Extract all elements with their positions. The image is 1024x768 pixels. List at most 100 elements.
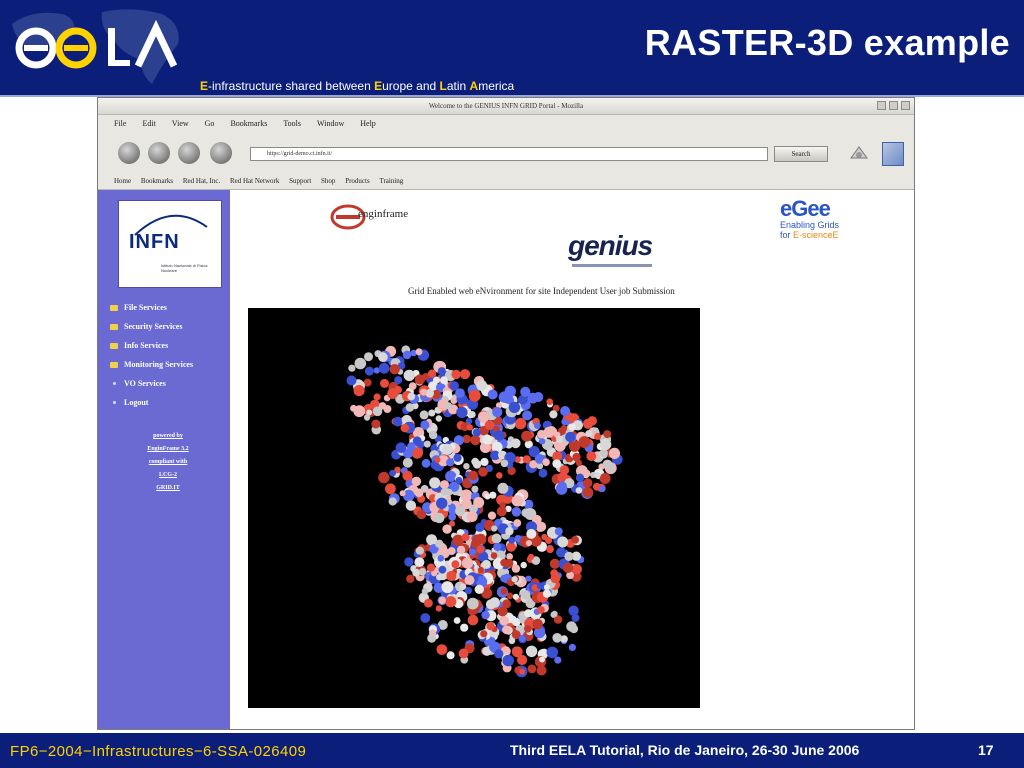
atom-sphere: [551, 610, 558, 617]
event-name: Third EELA Tutorial, Rio de Janeiro, 26-…: [510, 742, 860, 758]
atom-sphere: [575, 459, 583, 467]
menu-tools[interactable]: Tools: [283, 119, 301, 128]
atom-sphere: [429, 477, 441, 489]
bullet-icon: [113, 382, 116, 385]
atom-sphere: [490, 552, 498, 559]
atom-sphere: [525, 540, 532, 547]
reload-icon[interactable]: [178, 142, 200, 164]
url-input[interactable]: https://grid-demo.ct.infn.it/: [250, 147, 768, 161]
window-controls: [877, 101, 910, 110]
genius-logo: genius: [568, 230, 653, 261]
atom-sphere: [388, 497, 397, 506]
atom-sphere: [400, 423, 410, 433]
genius-caption: Grid Enabled web eNvironment for site In…: [408, 286, 675, 296]
folder-icon: [110, 304, 118, 311]
powered-line[interactable]: EnginFrame 3.2: [118, 443, 218, 456]
bookmark-training[interactable]: Training: [379, 177, 403, 185]
menu-item-file-services[interactable]: File Services: [110, 298, 193, 317]
atom-sphere: [424, 598, 433, 608]
menu-item-monitoring-services[interactable]: Monitoring Services: [110, 355, 193, 374]
menu-bookmarks[interactable]: Bookmarks: [230, 119, 267, 128]
menu-item-logout[interactable]: Logout: [110, 393, 193, 412]
atom-sphere: [392, 416, 403, 427]
atom-sphere: [497, 482, 509, 494]
egee-tagline-2: for E-scienceE: [780, 230, 839, 240]
atom-sphere: [455, 506, 466, 517]
atom-sphere: [440, 376, 448, 385]
slide-title: RASTER-3D example: [644, 22, 1010, 63]
atom-sphere: [446, 458, 455, 467]
bookmark-shop[interactable]: Shop: [321, 177, 335, 185]
atom-sphere: [428, 409, 436, 417]
maximize-icon[interactable]: [889, 101, 898, 110]
forward-icon[interactable]: [148, 142, 170, 164]
eela-logo: [15, 19, 178, 69]
atom-sphere: [407, 392, 416, 401]
atom-sphere: [532, 618, 543, 630]
menu-file[interactable]: File: [114, 119, 126, 128]
atom-sphere: [578, 436, 591, 448]
atom-sphere: [575, 473, 585, 482]
atom-sphere: [603, 430, 612, 439]
menu-item-vo-services[interactable]: VO Services: [110, 374, 193, 393]
atom-sphere: [348, 364, 356, 372]
powered-line[interactable]: LCG-2: [118, 469, 218, 482]
atom-sphere: [506, 553, 513, 560]
atom-sphere: [492, 407, 503, 418]
atom-sphere: [599, 438, 612, 451]
menu-window[interactable]: Window: [317, 119, 344, 128]
atom-sphere: [372, 406, 383, 417]
powered-line[interactable]: GRID.IT: [118, 482, 218, 495]
bookmark-redhat[interactable]: Red Hat, Inc.: [183, 177, 220, 185]
atom-sphere: [463, 463, 470, 470]
menu-item-security-services[interactable]: Security Services: [110, 317, 193, 336]
atom-sphere: [565, 455, 572, 462]
portal-sidebar: INFN Istituto Nazionale di Fisica Nuclea…: [98, 190, 230, 729]
atom-sphere: [406, 574, 415, 583]
menu-edit[interactable]: Edit: [142, 119, 155, 128]
print-icon[interactable]: [848, 144, 870, 162]
menu-go[interactable]: Go: [205, 119, 215, 128]
atom-sphere: [487, 389, 498, 400]
protein-molecule-render: [346, 345, 623, 678]
atom-sphere: [536, 582, 544, 590]
close-icon[interactable]: [901, 101, 910, 110]
atom-sphere: [451, 369, 461, 380]
powered-line[interactable]: compliant with: [118, 456, 218, 469]
bookmark-bookmarks[interactable]: Bookmarks: [141, 177, 173, 185]
powered-line[interactable]: powered by: [118, 430, 218, 443]
atom-sphere: [466, 424, 473, 431]
egee-wordmark: eGee: [780, 196, 831, 221]
bookmark-rhn[interactable]: Red Hat Network: [230, 177, 279, 185]
atom-sphere: [373, 393, 381, 401]
atom-sphere: [385, 483, 396, 495]
atom-sphere: [426, 563, 436, 572]
menu-view[interactable]: View: [172, 119, 189, 128]
search-button[interactable]: Search: [774, 146, 828, 162]
bookmark-products[interactable]: Products: [345, 177, 370, 185]
bookmark-support[interactable]: Support: [289, 177, 311, 185]
stop-icon[interactable]: [210, 142, 232, 164]
menu-item-info-services[interactable]: Info Services: [110, 336, 193, 355]
atom-sphere: [599, 485, 606, 493]
atom-sphere: [468, 389, 481, 402]
atom-sphere: [414, 488, 424, 498]
atom-sphere: [546, 646, 559, 659]
atom-sphere: [466, 511, 478, 522]
bookmark-home[interactable]: Home: [114, 177, 131, 185]
atom-sphere: [534, 422, 541, 429]
atom-sphere: [560, 406, 571, 416]
atom-sphere: [394, 376, 403, 385]
atom-sphere: [583, 478, 593, 488]
back-icon[interactable]: [118, 142, 140, 164]
atom-sphere: [440, 480, 449, 490]
atom-sphere: [366, 409, 373, 416]
atom-sphere: [522, 410, 533, 421]
atom-sphere: [402, 350, 412, 360]
menu-help[interactable]: Help: [360, 119, 376, 128]
atom-sphere: [378, 352, 388, 362]
atom-sphere: [568, 423, 577, 431]
atom-sphere: [524, 625, 532, 633]
atom-sphere: [510, 438, 521, 449]
minimize-icon[interactable]: [877, 101, 886, 110]
